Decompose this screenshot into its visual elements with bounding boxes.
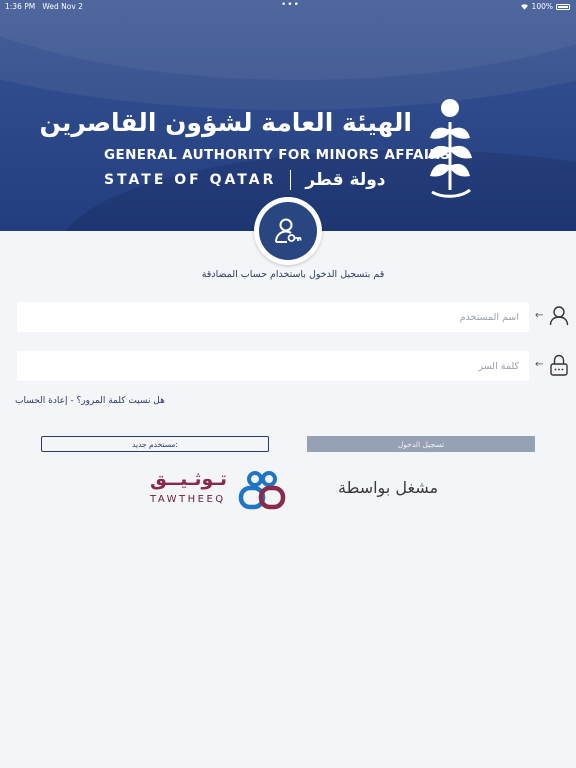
arabic-title: الهيئة العامة لشؤون القاصرين <box>39 108 412 137</box>
battery-icon <box>556 3 570 10</box>
username-input[interactable] <box>17 302 529 332</box>
tawtheeq-logo-icon <box>238 471 286 510</box>
lock-icon <box>550 354 568 376</box>
password-row: ← <box>17 351 570 381</box>
state-en: STATE OF QATAR <box>104 172 277 188</box>
arrow-left-icon: ← <box>535 310 544 321</box>
divider <box>290 170 292 190</box>
password-input[interactable] <box>17 351 529 381</box>
username-row: ← <box>17 302 570 332</box>
login-instruction: قم بتسجيل الدخول باستخدام حساب المصادقة <box>201 269 385 280</box>
user-icon <box>549 306 569 326</box>
user-key-icon <box>275 218 302 243</box>
status-bar: 1:36 PM Wed Nov 2 ••• 100% <box>0 0 576 12</box>
wifi-icon <box>520 4 528 10</box>
state-ar: دولة قطر <box>305 170 386 190</box>
authority-logo: الهيئة العامة لشؤون القاصرين GENERAL AUT… <box>39 99 474 202</box>
brand-english: TAWTHEEQ <box>150 494 226 505</box>
multitask-dots[interactable]: ••• <box>281 0 300 10</box>
forgot-password-link[interactable]: هل نسيت كلمة المرور؟ - إعادة الحساب <box>15 396 165 406</box>
powered-by-label: مشغل بواسطة <box>338 478 439 497</box>
avatar <box>254 197 322 265</box>
brand-arabic: تـوثـيــق <box>150 468 228 490</box>
new-user-button[interactable]: مستخدم جديد: <box>41 436 269 452</box>
status-time: 1:36 PM Wed Nov 2 <box>5 2 83 11</box>
english-title: GENERAL AUTHORITY FOR MINORS AFFAIRS <box>104 147 451 163</box>
login-button[interactable]: تسجيل الدخول <box>307 436 535 452</box>
arrow-left-icon: ← <box>535 359 544 370</box>
state-row: STATE OF QATAR دولة قطر <box>104 170 386 190</box>
battery-percent: 100% <box>531 2 553 11</box>
status-right: 100% <box>520 2 570 11</box>
palm-leaf-emblem-icon <box>428 99 472 198</box>
